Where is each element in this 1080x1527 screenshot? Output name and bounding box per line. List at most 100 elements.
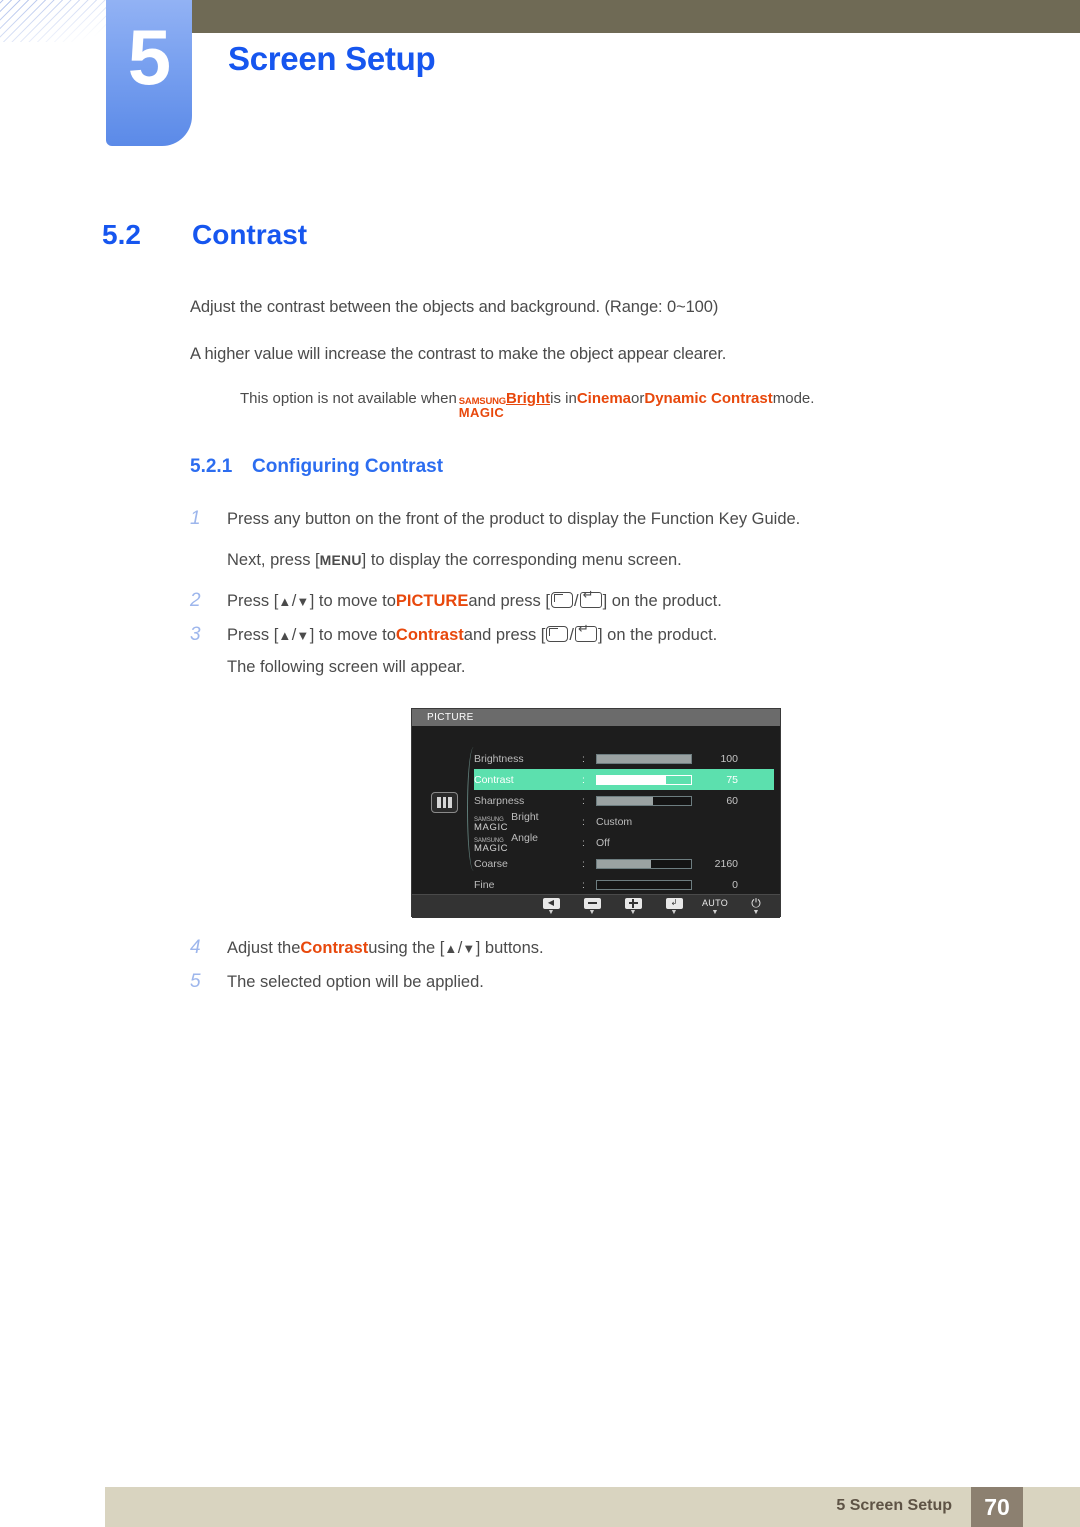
section-number: 5.2 (102, 219, 141, 250)
note-bright: Bright (505, 390, 551, 407)
osd-colon: : (582, 857, 585, 870)
magicbright-logo: SAMSUNG MAGIC (458, 397, 506, 420)
step-2: 2 Press [ ▲ / ▼ ] to move to PICTURE and… (190, 588, 722, 612)
step-5-text: The selected option will be applied. (227, 973, 484, 991)
step-3-post: ] on the product. (598, 626, 718, 644)
step-3-pre: Press [ (227, 626, 279, 644)
osd-body: Brightness : 100 Contrast : 75 Sharpness… (412, 726, 780, 894)
picture-icon (431, 792, 458, 813)
up-triangle-icon: ▲ (444, 941, 458, 956)
note-conj: or (631, 390, 645, 407)
step-2-target: PICTURE (395, 592, 469, 610)
osd-label-magicbright: SAMSUNG MAGIC Bright (474, 811, 582, 832)
osd-colon: : (582, 773, 585, 786)
osd-button-power[interactable]: ⏻ ▼ (741, 895, 771, 916)
step-3-continuation: The following screen will appear. (227, 658, 465, 677)
step-3-mid: ] to move to (309, 626, 396, 644)
osd-bar-brightness[interactable] (596, 753, 692, 764)
osd-bar-sharpness[interactable] (596, 795, 692, 806)
caret-down-icon: ▼ (547, 908, 555, 916)
osd-label-contrast: Contrast (474, 773, 514, 786)
osd-colon: : (582, 752, 585, 765)
hatch-decoration (0, 0, 106, 42)
step-1: 1 Press any button on the front of the p… (190, 508, 800, 530)
osd-row-magicangle[interactable]: SAMSUNG MAGIC Angle : Off (474, 832, 774, 853)
osd-row-contrast[interactable]: Contrast : 75 (474, 769, 774, 790)
osd-label-fine: Fine (474, 878, 495, 891)
subsection-title: Configuring Contrast (252, 456, 444, 477)
step-2-pre: Press [ (227, 592, 279, 610)
osd-row-fine[interactable]: Fine : 0 (474, 874, 774, 895)
osd-colon: : (582, 794, 585, 807)
down-triangle-icon: ▼ (462, 941, 476, 956)
step-4: 4 Adjust the Contrast using the [ ▲ / ▼ … (190, 937, 544, 959)
magicbright-logo: SAMSUNG MAGIC (474, 818, 508, 832)
note-mode-dynamic-contrast: Dynamic Contrast (644, 390, 773, 407)
footer-chapter-label: 5 Screen Setup (836, 1497, 952, 1514)
enter-button-icon (579, 588, 602, 608)
osd-label-suffix-bright: Bright (511, 811, 539, 824)
osd-value-brightness: 100 (720, 752, 738, 765)
osd-bar-coarse[interactable] (596, 858, 692, 869)
back-arrow-icon: ◀ (542, 897, 560, 909)
step-2-index: 2 (190, 590, 201, 611)
osd-row-brightness[interactable]: Brightness : 100 (474, 748, 774, 769)
note-lead: This option is not available when (240, 390, 457, 407)
osd-row-coarse[interactable]: Coarse : 2160 (474, 853, 774, 874)
note-tail: mode. (772, 390, 815, 407)
step-2-mid: ] to move to (309, 592, 396, 610)
osd-value-sharpness: 60 (726, 794, 738, 807)
step-2-mid2: and press [ (468, 592, 550, 610)
step-3: 3 Press [ ▲ / ▼ ] to move to Contrast an… (190, 622, 718, 646)
step-3-target: Contrast (395, 626, 464, 644)
step-4-index: 4 (190, 937, 201, 958)
osd-colon: : (582, 878, 585, 891)
osd-row-sharpness[interactable]: Sharpness : 60 (474, 790, 774, 811)
step-4-mid: using the [ (368, 939, 445, 957)
osd-value-magicbright: Custom (596, 815, 633, 828)
note-line: This option is not available when SAMSUN… (240, 390, 815, 420)
note-mid: is in (550, 390, 577, 407)
osd-value-fine: 0 (732, 878, 738, 891)
down-triangle-icon: ▼ (296, 628, 310, 643)
auto-label: AUTO (701, 897, 729, 908)
osd-button-enter[interactable]: ↲ ▼ (659, 897, 689, 916)
osd-bar-fine[interactable] (596, 879, 692, 890)
osd-row-magicbright[interactable]: SAMSUNG MAGIC Bright : Custom (474, 811, 774, 832)
page-number: 70 (971, 1487, 1023, 1527)
caret-down-icon: ▼ (588, 908, 596, 916)
magic-logo-magic: MAGIC (458, 404, 505, 420)
osd-bar-contrast[interactable] (596, 774, 692, 785)
section-heading: 5.2 Contrast (102, 219, 307, 251)
osd-button-back[interactable]: ◀ ▼ (536, 897, 566, 916)
osd-label-coarse: Coarse (474, 857, 508, 870)
step-4-post: ] buttons. (475, 939, 544, 957)
down-triangle-icon: ▼ (296, 594, 310, 609)
osd-title-bar: PICTURE (412, 709, 780, 726)
step-5-index: 5 (190, 971, 201, 992)
osd-button-minus[interactable]: ▼ (577, 897, 607, 916)
note-mode-cinema: Cinema (576, 390, 632, 407)
section-title: Contrast (192, 219, 308, 250)
osd-footer-toolbar: ◀ ▼ ▼ ▼ ↲ ▼ AUTO ▼ ⏻ ▼ (412, 894, 780, 918)
step-1-text: Press any button on the front of the pro… (227, 510, 801, 528)
osd-screenshot: PICTURE Brightness : 100 Contrast : 75 S… (411, 708, 781, 918)
paragraph-description: A higher value will increase the contras… (190, 345, 727, 363)
magicangle-logo: SAMSUNG MAGIC (474, 839, 508, 853)
power-icon: ⏻ (751, 895, 761, 910)
step-3-index: 3 (190, 624, 201, 645)
up-triangle-icon: ▲ (278, 594, 292, 609)
step-1b-pre: Next, press [ (227, 551, 320, 569)
osd-button-auto[interactable]: AUTO ▼ (700, 898, 730, 916)
step-3b-text: The following screen will appear. (227, 658, 466, 676)
osd-value-coarse: 2160 (714, 857, 738, 870)
enter-icon: ↲ (665, 897, 683, 909)
chapter-number: 5 (127, 13, 171, 101)
caret-down-icon: ▼ (752, 908, 760, 916)
square-button-icon (546, 626, 569, 642)
osd-button-plus[interactable]: ▼ (618, 897, 648, 916)
osd-colon: : (582, 815, 585, 828)
step-3-slash2: / (569, 626, 574, 644)
osd-label-sharpness: Sharpness (474, 794, 525, 807)
caret-down-icon: ▼ (670, 908, 678, 916)
